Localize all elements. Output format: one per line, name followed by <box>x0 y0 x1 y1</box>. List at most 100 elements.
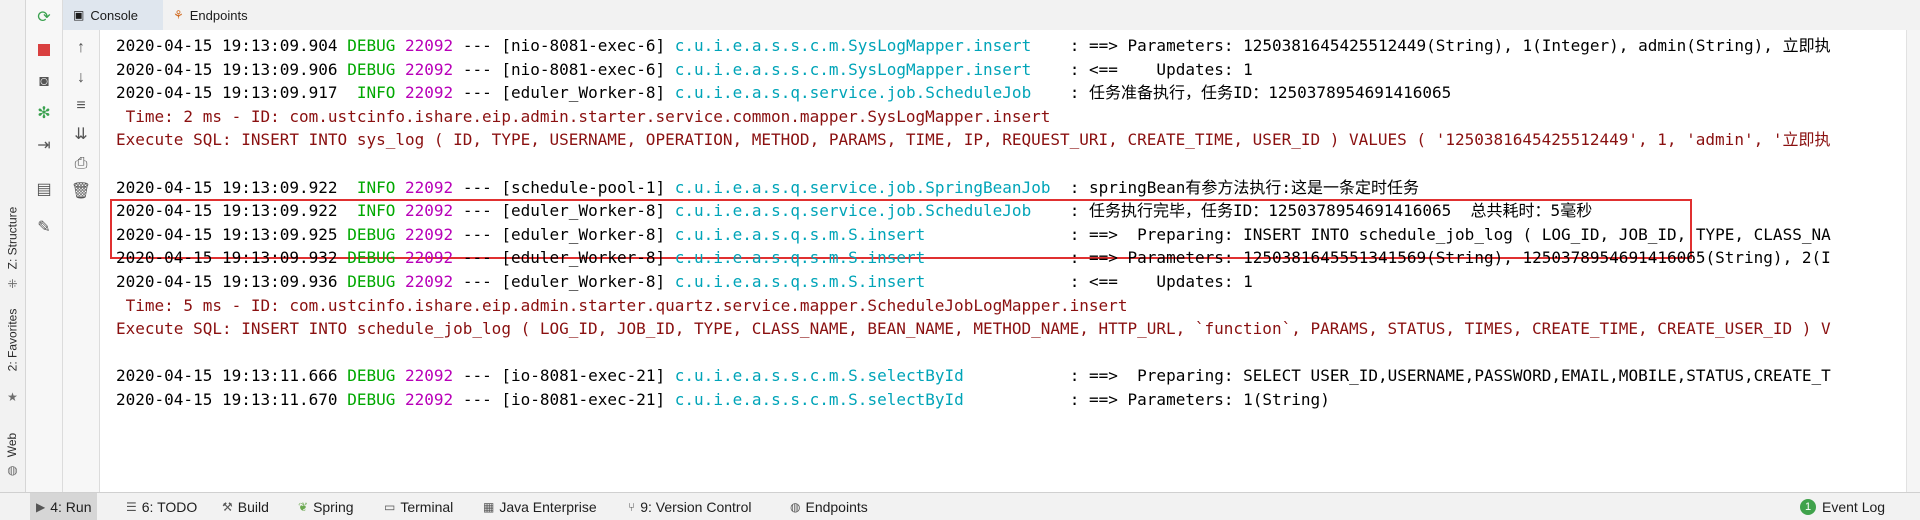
scroll-to-end-icon[interactable]: ⇊ <box>69 123 93 147</box>
logger-name: c.u.i.e.a.s.s.c.m.S.selectById <box>674 390 1061 409</box>
event-log-button[interactable]: 1 Event Log <box>1800 493 1885 520</box>
timestamp: 2020-04-15 19:13:09.906 <box>116 59 338 79</box>
bottom-tab-todo[interactable]: ☰ 6: TODO <box>126 493 197 520</box>
spring-icon: ❦ <box>298 499 309 514</box>
log-message: : 任务执行完毕，任务ID：1250378954691416065 总共耗时：5… <box>1069 201 1593 221</box>
separator: --- <box>462 390 492 409</box>
log-message: : 任务准备执行，任务ID：1250378954691416065 <box>1069 83 1452 103</box>
pin-icon[interactable]: ✎ <box>32 216 56 240</box>
bottom-tab-build-label: Build <box>237 498 269 515</box>
timestamp: 2020-04-15 19:13:09.925 <box>116 224 338 244</box>
favorites-tab-label: 2: Favorites <box>5 308 20 372</box>
separator: --- <box>462 224 492 244</box>
log-level: DEBUG <box>347 390 396 409</box>
endpoints-icon: ⚘ <box>173 8 184 22</box>
tab-endpoints[interactable]: ⚘ Endpoints <box>163 0 273 30</box>
log-level: INFO <box>347 201 396 221</box>
separator: --- <box>462 201 492 221</box>
bottom-tab-endpoints[interactable]: ◍ Endpoints <box>790 493 868 520</box>
logger-name: c.u.i.e.a.s.q.s.m.S.insert <box>674 248 1061 268</box>
process-id: 22092 <box>405 272 454 291</box>
logger-name: c.u.i.e.a.s.q.service.job.ScheduleJob <box>674 201 1061 221</box>
logger-name: c.u.i.e.a.s.s.c.m.S.selectById <box>674 366 1061 386</box>
logger-name: c.u.i.e.a.s.q.service.job.SpringBeanJob <box>674 177 1061 197</box>
thread-name: [io-8081-exec-21] <box>501 366 666 386</box>
log-message: : <== Updates: 1 <box>1069 272 1253 291</box>
todo-icon: ☰ <box>126 499 137 514</box>
thread-name: [io-8081-exec-21] <box>501 390 666 409</box>
separator: --- <box>462 177 492 197</box>
thread-name: [eduler_Worker-8] <box>501 224 666 244</box>
tab-console[interactable]: ▣ Console <box>63 0 163 30</box>
sql-text: Time: 5 ms - ID: com.ustcinfo.ishare.eip… <box>116 295 1128 315</box>
log-message: : ==> Parameters: 1250381645551341569(St… <box>1069 248 1831 268</box>
web-icon: ◍ <box>7 463 18 477</box>
bottom-tab-terminal[interactable]: ▭ Terminal <box>384 493 453 520</box>
log-level: DEBUG <box>347 272 396 291</box>
separator: --- <box>462 272 492 291</box>
separator: --- <box>462 83 492 103</box>
log-level: INFO <box>347 83 396 103</box>
timestamp: 2020-04-15 19:13:09.936 <box>116 272 338 291</box>
exit-icon[interactable]: ⇥ <box>32 134 56 158</box>
java-enterprise-icon: ▦ <box>483 499 495 514</box>
console-output[interactable]: 2020-04-15 19:13:09.904 DEBUG 22092 --- … <box>100 30 1908 492</box>
sql-log-line: Execute SQL: INSERT INTO sys_log ( ID, T… <box>116 125 1830 154</box>
bottom-tab-run[interactable]: ▶ 4: Run <box>30 493 98 520</box>
logger-name: c.u.i.e.a.s.s.c.m.SysLogMapper.insert <box>674 36 1061 55</box>
console-toolbar: ↑ ↓ ≡ ⇊ ⎙ 🗑 <box>63 30 100 492</box>
process-id: 22092 <box>405 366 454 386</box>
bottom-tab-spring[interactable]: ❦ Spring <box>298 493 354 520</box>
rerun-icon[interactable]: ⟳ <box>32 6 56 30</box>
bottom-tab-endpoints-label: Endpoints <box>805 498 868 515</box>
event-log-label: Event Log <box>1822 498 1886 515</box>
bottom-tab-spring-label: Spring <box>313 498 354 515</box>
event-log-badge: 1 <box>1800 498 1816 515</box>
down-arrow-icon[interactable]: ↓ <box>69 66 93 90</box>
thread-name: [eduler_Worker-8] <box>501 248 666 268</box>
console-icon: ▣ <box>73 8 85 22</box>
layout-icon[interactable]: ▤ <box>32 178 56 202</box>
print-icon[interactable]: ⎙ <box>69 152 93 176</box>
log-message: : ==> Preparing: INSERT INTO schedule_jo… <box>1069 224 1831 244</box>
thread-name: [eduler_Worker-8] <box>501 272 666 291</box>
log-message: : springBean有参方法执行:这是一条定时任务 <box>1069 177 1419 197</box>
thread-name: [eduler_Worker-8] <box>501 83 666 103</box>
separator: --- <box>462 36 492 55</box>
timestamp: 2020-04-15 19:13:11.670 <box>116 390 338 409</box>
web-tab[interactable]: Web <box>0 425 25 465</box>
sql-text: Execute SQL: INSERT INTO schedule_job_lo… <box>116 319 1831 339</box>
favorites-tab[interactable]: 2: Favorites <box>0 300 25 380</box>
bottom-tab-version-control-label: 9: Version Control <box>640 498 752 515</box>
up-arrow-icon[interactable]: ↑ <box>69 36 93 60</box>
bottom-tab-version-control[interactable]: ⑂ 9: Version Control <box>628 493 752 520</box>
log-level: DEBUG <box>347 224 396 244</box>
thread-name: [nio-8081-exec-6] <box>501 36 666 55</box>
tab-console-label: Console <box>90 7 139 23</box>
process-id: 22092 <box>405 390 454 409</box>
bottom-tab-java-enterprise-label: Java Enterprise <box>499 498 597 515</box>
build-icon: ⚒ <box>222 499 233 514</box>
trash-icon[interactable]: 🗑 <box>69 180 93 204</box>
process-id: 22092 <box>405 36 454 55</box>
soft-wrap-icon[interactable]: ≡ <box>69 94 93 118</box>
process-id: 22092 <box>405 177 454 197</box>
structure-tab[interactable]: Z: Structure <box>0 188 25 288</box>
console-scrollbar[interactable] <box>1906 30 1920 492</box>
log-message: : ==> Parameters: 1250381645425512449(St… <box>1069 36 1831 55</box>
log-message: : <== Updates: 1 <box>1069 59 1253 79</box>
sql-text: Time: 2 ms - ID: com.ustcinfo.ishare.eip… <box>116 106 1051 126</box>
version-control-icon: ⑂ <box>628 499 636 514</box>
bottom-tab-java-enterprise[interactable]: ▦ Java Enterprise <box>483 493 597 520</box>
debug-bug-icon[interactable]: ✻ <box>32 102 56 126</box>
stop-icon[interactable] <box>32 38 56 62</box>
log-message: : ==> Parameters: 1(String) <box>1069 390 1330 409</box>
separator: --- <box>462 366 492 386</box>
star-icon: ★ <box>7 390 18 404</box>
camera-icon[interactable]: ◙ <box>32 70 56 94</box>
bottom-tab-build[interactable]: ⚒ Build <box>222 493 269 520</box>
process-id: 22092 <box>405 224 454 244</box>
endpoints-icon: ◍ <box>790 499 801 514</box>
timestamp: 2020-04-15 19:13:09.922 <box>116 177 338 197</box>
run-icon: ▶ <box>36 499 46 514</box>
